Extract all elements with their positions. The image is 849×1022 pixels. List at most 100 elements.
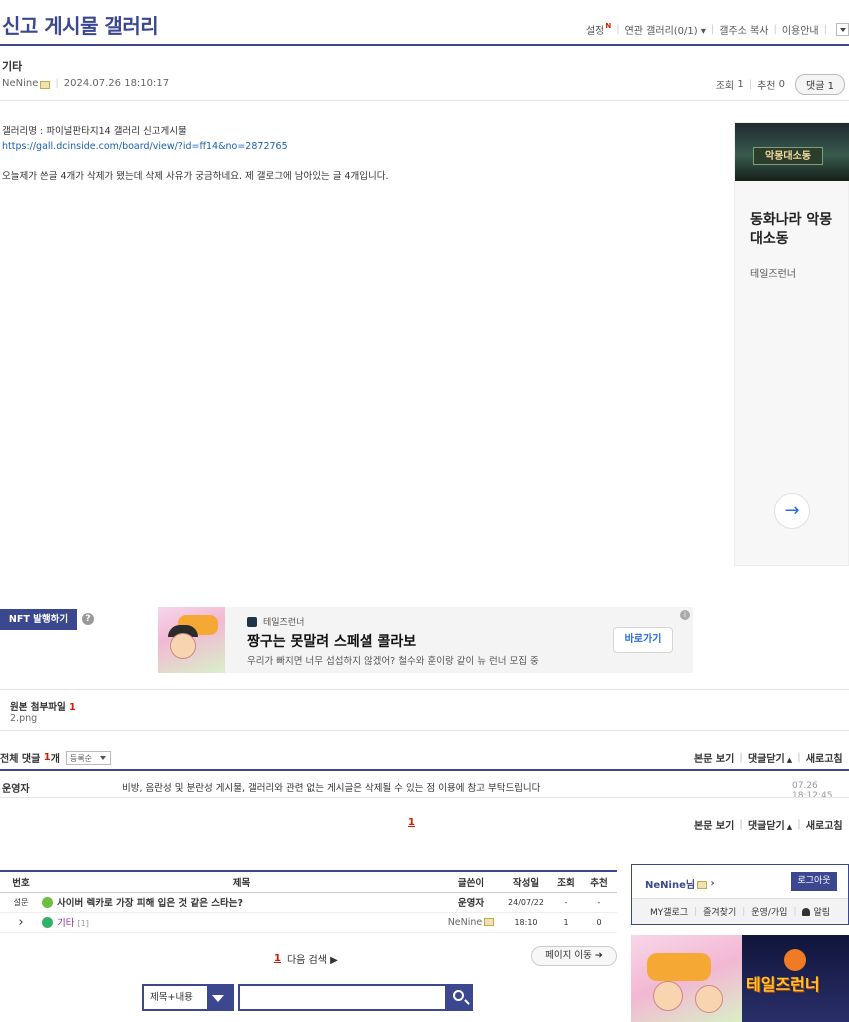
row-views: -	[551, 892, 581, 913]
list-pagination: 1 다음 검색 ▶	[274, 951, 338, 966]
nft-issue-button[interactable]: NFT 발행하기	[0, 609, 77, 630]
row-author[interactable]: NeNine	[441, 912, 501, 933]
col-views: 조회	[551, 870, 581, 893]
col-author: 글쓴이	[441, 870, 501, 893]
list-page-current[interactable]: 1	[274, 953, 281, 964]
banner-ad-brand: 테일즈런너	[247, 615, 304, 628]
side-ad-title[interactable]: 동화나라 악몽 대소동	[750, 211, 845, 249]
side-ad-image-text: 악몽대소동	[753, 147, 823, 165]
table-row[interactable]: › 기타 [1] NeNine 18:10 1 0	[0, 912, 617, 933]
col-date: 작성일	[501, 870, 551, 893]
close-comments-link[interactable]: 댓글닫기 ▲	[748, 817, 792, 832]
guide-link[interactable]: 이용안내	[782, 22, 819, 37]
post-stats: 조회 1 | 추천 0 댓글 1	[716, 74, 845, 95]
close-comments-link[interactable]: 댓글닫기 ▲	[748, 750, 792, 765]
row-recommend: 0	[581, 912, 617, 933]
post-datetime: 2024.07.26 18:10:17	[63, 78, 170, 89]
manage-join-link[interactable]: 운영/가입	[751, 905, 787, 918]
comments-divider	[0, 769, 849, 771]
search-type-select[interactable]: 제목+내용	[142, 984, 234, 1011]
banner-ad[interactable]: 테일즈런너 짱구는 못말려 스페셜 콜라보 우리가 빠지면 너무 섭섭하지 않겠…	[158, 607, 693, 673]
row-title[interactable]: 사이버 렉카로 가장 피해 입은 것 같은 스타는?	[42, 892, 441, 913]
search-type-value: 제목+내용	[144, 986, 207, 1009]
copy-address-link[interactable]: 갤주소 복사	[719, 22, 768, 37]
table-row[interactable]: 설문 사이버 렉카로 가장 피해 입은 것 같은 스타는? 운영자 24/07/…	[0, 892, 617, 913]
divider	[0, 100, 849, 101]
help-icon[interactable]: ?	[82, 613, 94, 625]
row-date: 24/07/22	[501, 892, 551, 913]
divider	[0, 797, 849, 798]
comment-actions-top: 본문 보기 | 댓글닫기 ▲ | 새로고침	[694, 750, 843, 765]
current-row-indicator: ›	[0, 912, 42, 933]
bottom-ad[interactable]: 테일즈런너	[631, 935, 849, 1022]
bottom-ad-image-left[interactable]	[631, 935, 742, 1022]
my-gallog-link[interactable]: MY갤로그	[650, 905, 688, 918]
comment-page-current[interactable]: 1	[408, 817, 415, 828]
banner-ad-cta-button[interactable]: 바로가기	[613, 627, 673, 653]
search-button[interactable]	[447, 984, 473, 1011]
refresh-link[interactable]: 새로고침	[806, 817, 843, 832]
search-input[interactable]	[238, 984, 447, 1011]
row-author[interactable]: 운영자	[441, 892, 501, 913]
arrow-right-icon[interactable]: →	[774, 493, 810, 529]
post-content: 갤러리명 : 파이널판타지14 갤러리 신고게시물 https://gall.d…	[2, 124, 712, 184]
side-ad-image[interactable]: 악몽대소동	[735, 123, 849, 181]
gallery-title[interactable]: 신고 게시물 갤러리	[2, 10, 159, 39]
side-ad[interactable]: 악몽대소동 동화나라 악몽 대소동 테일즈런너 →	[734, 122, 849, 566]
comment-text: 비방, 음란성 및 분란성 게시물, 갤러리와 관련 없는 게시글은 삭제될 수…	[122, 783, 541, 794]
content-line: 갤러리명 : 파이널판타지14 갤러리 신고게시물	[2, 126, 187, 137]
divider	[0, 730, 849, 731]
view-post-link[interactable]: 본문 보기	[694, 817, 734, 832]
row-title[interactable]: 기타 [1]	[42, 912, 441, 933]
header-divider	[0, 44, 849, 46]
logout-button[interactable]: 로그아웃	[791, 872, 837, 891]
info-icon[interactable]: i	[680, 610, 690, 620]
favorites-link[interactable]: 즐겨찾기	[703, 905, 736, 918]
attachment-file[interactable]: 2.png	[10, 713, 37, 724]
comment-count: 전체 댓글 1개 등록순	[0, 750, 112, 765]
bell-icon	[802, 908, 811, 916]
comment-author: 운영자	[2, 784, 30, 795]
comment-sort-select[interactable]: 등록순	[65, 750, 112, 765]
views-label: 조회	[715, 81, 735, 92]
recommend-label: 추천	[757, 81, 776, 92]
list-header-row: 번호 제목 글쓴이 작성일 조회 추천	[0, 870, 617, 893]
related-gallery-link[interactable]: 연관 갤러리(0/1) ▾	[625, 22, 706, 37]
user-menu: MY갤로그 | 즐겨찾기 | 운영/가입 | 알림	[632, 898, 848, 924]
banner-ad-desc: 우리가 빠지면 너무 섭섭하지 않겠어? 철수와 훈이랑 같이 뉴 런너 모집 …	[247, 656, 539, 667]
chevron-down-icon	[212, 995, 224, 1002]
content-line: 오늘제가 쓴글 4개가 삭제가 됐는데 삭제 사유가 궁금하네요. 제 갤로그에…	[2, 171, 389, 182]
user-icon	[42, 917, 53, 928]
brand-logo-icon	[247, 616, 257, 627]
views-count: 1	[737, 79, 744, 90]
row-number: 설문	[0, 892, 42, 913]
more-menu-icon[interactable]	[836, 23, 849, 36]
view-post-link[interactable]: 본문 보기	[694, 750, 734, 765]
banner-ad-title[interactable]: 짱구는 못말려 스페셜 콜라보	[247, 631, 416, 651]
notifications-link[interactable]: 알림	[802, 905, 830, 918]
settings-link[interactable]: 설정N	[586, 22, 611, 37]
col-recommend: 추천	[581, 870, 617, 893]
user-name[interactable]: NeNine님 ›	[645, 876, 715, 891]
reply-count-button[interactable]: 댓글 1	[795, 74, 845, 95]
content-link[interactable]: https://gall.dcinside.com/board/view/?id…	[2, 141, 288, 152]
gallog-icon[interactable]	[484, 917, 495, 926]
new-badge: N	[605, 22, 612, 30]
top-links: 설정N | 연관 갤러리(0/1) ▾ | 갤주소 복사 | 이용안내 |	[586, 22, 849, 37]
bottom-ad-image-right[interactable]: 테일즈런너	[742, 935, 849, 1022]
next-search-link[interactable]: 다음 검색 ▶	[287, 951, 338, 966]
login-box: NeNine님 › 로그아웃 MY갤로그 | 즐겨찾기 | 운영/가입 | 알림	[631, 864, 849, 925]
banner-ad-image[interactable]	[158, 607, 225, 673]
gallog-icon[interactable]	[40, 80, 51, 89]
post-author[interactable]: NeNine	[2, 78, 38, 89]
gallog-icon[interactable]	[697, 880, 708, 889]
row-views: 1	[551, 912, 581, 933]
post-list: 번호 제목 글쓴이 작성일 조회 추천 설문 사이버 렉카로 가장 피해 입은 …	[0, 870, 617, 933]
refresh-link[interactable]: 새로고침	[806, 750, 843, 765]
col-number: 번호	[0, 870, 42, 893]
bottom-ad-logo-text: 테일즈런너	[746, 975, 820, 994]
post-meta: NeNine | 2024.07.26 18:10:17	[2, 78, 170, 89]
page-move-button[interactable]: 페이지 이동 ➔	[531, 946, 617, 966]
post-category: 기타	[2, 60, 23, 73]
col-title: 제목	[42, 870, 441, 893]
